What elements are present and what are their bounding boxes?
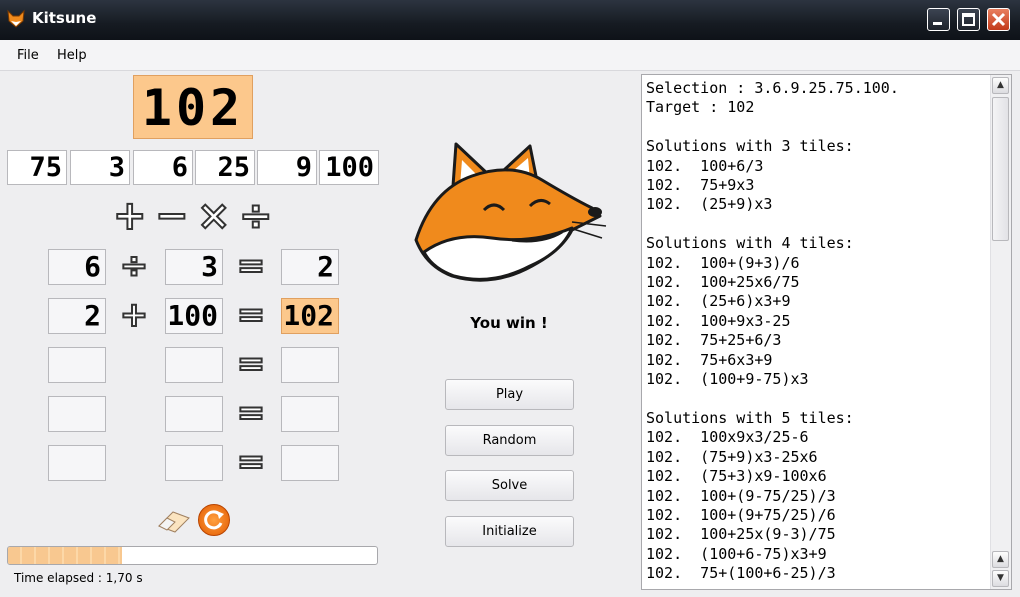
operator-slot <box>118 397 150 429</box>
progress-bar <box>7 546 378 565</box>
number-tile[interactable]: 100 <box>319 150 379 185</box>
arrow-down-icon[interactable]: ▼ <box>992 570 1009 587</box>
times-button[interactable]: × <box>196 195 231 237</box>
operand-a-slot[interactable]: 2 <box>48 298 106 334</box>
close-button[interactable] <box>987 8 1010 31</box>
random-button[interactable]: Random <box>445 425 574 456</box>
win-message: You win ! <box>470 314 548 332</box>
plus-button[interactable]: + <box>112 195 147 237</box>
minus-button[interactable]: − <box>154 195 189 237</box>
title-bar: Kitsune <box>0 0 1020 40</box>
operator-slot: ÷ <box>119 246 150 286</box>
equals-sign: = <box>236 246 267 286</box>
operand-b-slot[interactable]: 100 <box>165 298 223 334</box>
operand-b-slot[interactable] <box>165 347 223 383</box>
window-title: Kitsune <box>32 9 97 27</box>
fox-icon <box>7 9 25 28</box>
initialize-button[interactable]: Initialize <box>445 516 574 547</box>
result-slot <box>281 396 339 432</box>
eraser-icon[interactable] <box>157 508 191 534</box>
operand-b-slot[interactable]: 3 <box>165 249 223 285</box>
menu-help[interactable]: Help <box>57 48 87 63</box>
target-display: 102 <box>133 75 253 139</box>
result-slot: 2 <box>281 249 339 285</box>
equals-sign: = <box>236 442 267 482</box>
number-tile[interactable]: 9 <box>257 150 317 185</box>
number-tile[interactable]: 3 <box>70 150 130 185</box>
equals-sign: = <box>236 393 267 433</box>
result-slot <box>281 445 339 481</box>
play-button[interactable]: Play <box>445 379 574 410</box>
result-slot <box>281 347 339 383</box>
operand-b-slot[interactable] <box>165 445 223 481</box>
status-text: Time elapsed : 1,70 s <box>14 571 143 585</box>
arrow-down-icon[interactable]: ▲ <box>992 551 1009 568</box>
progress-fill <box>8 547 123 564</box>
minimize-icon <box>933 22 942 25</box>
result-slot: 102 <box>281 298 339 334</box>
divide-button[interactable]: ÷ <box>238 195 273 237</box>
operand-a-slot[interactable] <box>48 396 106 432</box>
scrollbar-thumb[interactable] <box>992 97 1009 241</box>
solutions-text: Selection : 3.6.9.25.75.100. Target : 10… <box>646 79 899 583</box>
solve-button[interactable]: Solve <box>445 470 574 501</box>
menu-bar: File Help <box>0 40 1020 71</box>
maximize-icon <box>962 13 975 26</box>
fox-mascot <box>414 142 607 282</box>
app-window: Kitsune File Help 102 75 3 6 25 9 100 + − × ÷… <box>0 0 1020 597</box>
operand-a-slot[interactable] <box>48 347 106 383</box>
number-tile[interactable]: 6 <box>133 150 193 185</box>
menu-file[interactable]: File <box>17 48 39 63</box>
number-tile[interactable]: 75 <box>7 150 67 185</box>
equals-sign: = <box>236 295 267 335</box>
maximize-button[interactable] <box>957 8 980 31</box>
operator-slot <box>118 348 150 380</box>
operand-a-slot[interactable] <box>48 445 106 481</box>
operator-slot: + <box>119 295 150 335</box>
equals-sign: = <box>236 344 267 384</box>
refresh-arrow-icon <box>204 510 224 530</box>
arrow-up-icon[interactable]: ▲ <box>992 77 1009 94</box>
operand-b-slot[interactable] <box>165 396 223 432</box>
close-icon <box>991 12 1006 27</box>
scrollbar[interactable]: ▲ ▲ ▼ <box>990 75 1011 589</box>
refresh-icon[interactable] <box>198 504 230 536</box>
number-tile[interactable]: 25 <box>195 150 255 185</box>
operator-slot <box>118 446 150 478</box>
operand-a-slot[interactable]: 6 <box>48 249 106 285</box>
minimize-button[interactable] <box>927 8 950 31</box>
solutions-panel[interactable]: Selection : 3.6.9.25.75.100. Target : 10… <box>641 74 1012 590</box>
